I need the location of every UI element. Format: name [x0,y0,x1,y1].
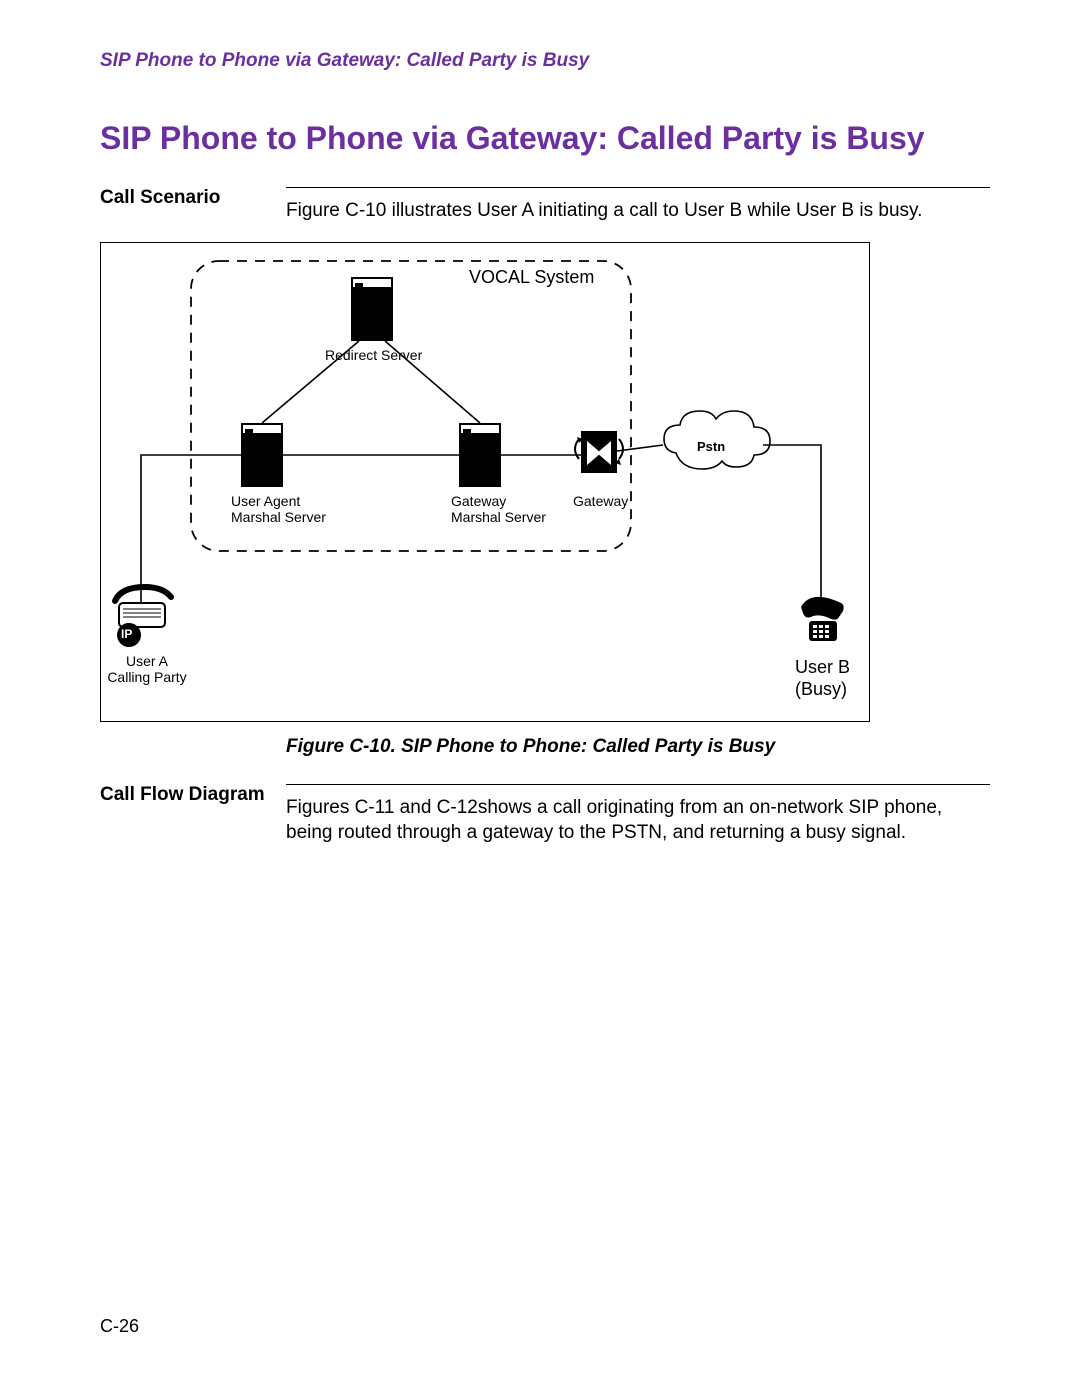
page: SIP Phone to Phone via Gateway: Called P… [0,0,1080,1397]
gw-marshal-label-1: Gateway [451,493,506,510]
page-number: C-26 [100,1316,139,1337]
vocal-system-label: VOCAL System [469,267,594,289]
call-flow-row: Call Flow Diagram Figures C-11 and C-12s… [100,784,990,846]
call-scenario-row: Call Scenario Figure C-10 illustrates Us… [100,187,990,224]
gw-marshal-label-2: Marshal Server [451,509,546,526]
call-flow-text: Figures C-11 and C-12shows a call origin… [286,784,990,846]
figure-wrap: VOCAL System Redirect Server User Agent … [100,242,990,722]
diagram-svg [101,243,871,723]
user-b-label-2: (Busy) [795,679,847,701]
user-b-label-1: User B [795,657,850,679]
call-scenario-text: Figure C-10 illustrates User A initiatin… [286,187,990,224]
redirect-server-label: Redirect Server [325,347,422,364]
section-title: SIP Phone to Phone via Gateway: Called P… [100,120,990,157]
figure-diagram: VOCAL System Redirect Server User Agent … [100,242,870,722]
gateway-label: Gateway [573,493,628,510]
gateway-device-icon [575,431,623,473]
user-a-label-2: Calling Party [97,669,197,686]
ua-marshal-label-2: Marshal Server [231,509,326,526]
figure-caption: Figure C-10. SIP Phone to Phone: Called … [286,736,990,758]
ip-badge: IP [121,627,132,641]
running-header: SIP Phone to Phone via Gateway: Called P… [100,50,990,72]
pstn-label: Pstn [697,439,725,455]
call-flow-label: Call Flow Diagram [100,784,286,806]
call-scenario-label: Call Scenario [100,187,286,209]
gateway-marshal-icon [459,423,501,487]
user-a-label-1: User A [107,653,187,670]
ua-marshal-label-1: User Agent [231,493,300,510]
desk-phone-icon [801,597,844,641]
ua-marshal-icon [241,423,283,487]
redirect-server-icon [351,277,393,341]
